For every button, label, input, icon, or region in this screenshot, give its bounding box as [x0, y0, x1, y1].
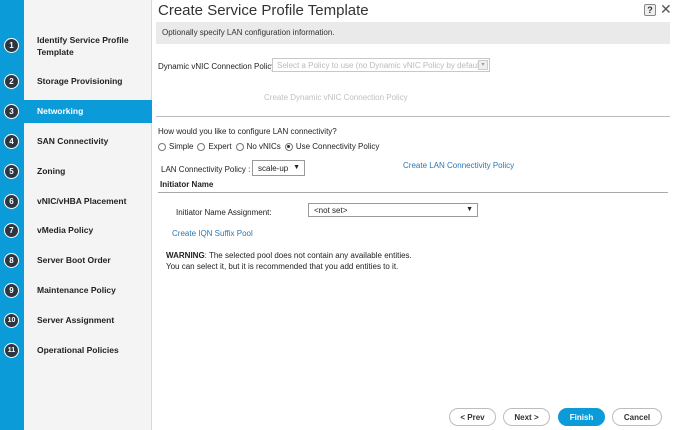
step-label: Operational Policies: [37, 345, 119, 355]
close-icon[interactable]: ✕: [660, 1, 672, 18]
info-banner: Optionally specify LAN configuration inf…: [156, 22, 670, 44]
step-label: vNIC/vHBA Placement: [37, 196, 127, 206]
radio-dot-selected: [284, 142, 293, 151]
step-label: Server Assignment: [37, 315, 115, 325]
initiator-assignment-label: Initiator Name Assignment:: [176, 208, 272, 217]
step-label: SAN Connectivity: [37, 136, 109, 146]
next-button[interactable]: Next >: [503, 408, 550, 426]
step-maintenance-policy[interactable]: 9 Maintenance Policy: [0, 279, 152, 301]
step-number: 1: [4, 38, 19, 53]
lan-mode-radio-group: Simple Expert No vNICs Use Connectivity …: [158, 142, 383, 151]
step-label: Zoning: [37, 166, 66, 176]
initiator-divider: [158, 192, 668, 193]
section-divider: [156, 116, 670, 117]
lan-policy-select[interactable]: scale-up ▼: [252, 160, 305, 176]
step-label: Maintenance Policy: [37, 285, 116, 295]
step-networking[interactable]: 3 Networking: [0, 100, 152, 123]
warning-label: WARNING: [166, 251, 205, 260]
step-server-assignment[interactable]: 10 Server Assignment: [0, 309, 152, 331]
step-label: Server Boot Order: [37, 255, 111, 265]
step-vnic-vhba-placement[interactable]: 6 vNIC/vHBA Placement: [0, 190, 152, 212]
dynamic-vnic-label: Dynamic vNIC Connection Policy:: [158, 62, 278, 71]
step-number: 7: [4, 223, 19, 238]
step-number: 10: [4, 313, 19, 328]
step-san-connectivity[interactable]: 4 SAN Connectivity: [0, 130, 152, 152]
prev-button[interactable]: < Prev: [449, 408, 496, 426]
step-number: 2: [4, 74, 19, 89]
dynamic-vnic-placeholder: Select a Policy to use (no Dynamic vNIC …: [277, 61, 484, 70]
radio-dot: [235, 142, 244, 151]
steps-rail: [0, 0, 24, 430]
step-server-boot-order[interactable]: 8 Server Boot Order: [0, 249, 152, 271]
create-lan-policy-link[interactable]: Create LAN Connectivity Policy: [403, 161, 514, 170]
chevron-down-icon: ▼: [466, 206, 473, 213]
radio-dot: [158, 142, 166, 151]
warning-line2: You can select it, but it is recommended…: [166, 262, 399, 271]
step-number: 8: [4, 253, 19, 268]
step-storage-provisioning[interactable]: 2 Storage Provisioning: [0, 70, 152, 92]
step-number: 3: [4, 104, 19, 119]
initiator-assignment-value: <not set>: [314, 206, 348, 215]
finish-button[interactable]: Finish: [558, 408, 605, 426]
help-icon[interactable]: ?: [644, 4, 656, 16]
step-number: 4: [4, 134, 19, 149]
radio-no-vnics[interactable]: No vNICs: [235, 142, 281, 151]
radio-simple[interactable]: Simple: [158, 142, 193, 151]
step-label: Networking: [37, 106, 84, 116]
step-label: Identify Service Profile Template: [37, 35, 129, 57]
step-label: Storage Provisioning: [37, 76, 123, 86]
step-number: 9: [4, 283, 19, 298]
lan-policy-label: LAN Connectivity Policy :: [161, 165, 251, 174]
radio-use-connectivity-policy[interactable]: Use Connectivity Policy: [284, 142, 379, 151]
lan-question: How would you like to configure LAN conn…: [158, 127, 337, 136]
chevron-down-icon: ▾: [478, 60, 488, 70]
create-dynamic-vnic-link: Create Dynamic vNIC Connection Policy: [264, 93, 408, 102]
chevron-down-icon: ▼: [293, 164, 300, 171]
initiator-section-title: Initiator Name: [160, 180, 214, 189]
step-operational-policies[interactable]: 11 Operational Policies: [0, 339, 152, 361]
step-identify-service-profile-template[interactable]: 1 Identify Service Profile Template: [0, 30, 152, 62]
wizard-steps-sidebar: 1 Identify Service Profile Template 2 St…: [0, 0, 152, 430]
initiator-assignment-select[interactable]: <not set> ▼: [308, 203, 478, 217]
step-number: 11: [4, 343, 19, 358]
warning-line1: : The selected pool does not contain any…: [204, 251, 412, 260]
lan-policy-value: scale-up: [258, 164, 289, 173]
step-number: 5: [4, 164, 19, 179]
radio-expert[interactable]: Expert: [197, 142, 232, 151]
dynamic-vnic-policy-select[interactable]: Select a Policy to use (no Dynamic vNIC …: [272, 58, 490, 72]
step-vmedia-policy[interactable]: 7 vMedia Policy: [0, 219, 152, 241]
radio-dot: [197, 142, 206, 151]
step-number: 6: [4, 194, 19, 209]
window-title: Create Service Profile Template: [158, 2, 369, 19]
cancel-button[interactable]: Cancel: [612, 408, 662, 426]
step-label: vMedia Policy: [37, 225, 94, 235]
pool-warning: WARNING: The selected pool does not cont…: [166, 250, 412, 272]
step-zoning[interactable]: 5 Zoning: [0, 160, 152, 182]
create-iqn-suffix-pool-link[interactable]: Create IQN Suffix Pool: [172, 229, 253, 238]
